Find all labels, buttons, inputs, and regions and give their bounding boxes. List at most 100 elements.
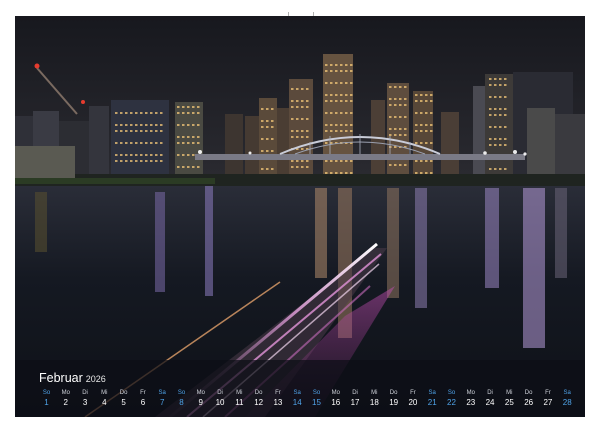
window-light <box>160 160 163 162</box>
window-light <box>130 130 133 132</box>
window-light <box>399 128 402 130</box>
day-number: 20 <box>408 398 418 407</box>
weekday-label: Do <box>389 390 398 396</box>
window-light <box>135 124 138 126</box>
weekday-label: Mi <box>236 390 243 396</box>
window-light <box>120 130 123 132</box>
window-light <box>125 142 128 144</box>
window-light <box>115 124 118 126</box>
window-light <box>145 154 148 156</box>
window-light <box>345 70 348 72</box>
window-light <box>306 136 309 138</box>
day-cell: So 8 <box>172 389 191 409</box>
window-light <box>115 142 118 144</box>
window-light <box>325 130 328 132</box>
window-light <box>266 108 269 110</box>
window-light <box>325 82 328 84</box>
window-light <box>271 150 274 152</box>
day-cell: Di 24 <box>481 389 500 409</box>
window-light <box>340 160 343 162</box>
day-number: 22 <box>447 398 456 407</box>
day-cell: Di 17 <box>346 389 365 409</box>
day-cell: Do 19 <box>384 389 403 409</box>
weekday-label: Fr <box>275 390 281 396</box>
window-light <box>120 112 123 114</box>
window-light <box>340 130 343 132</box>
window-light <box>494 114 497 116</box>
window-light <box>399 104 402 106</box>
window-light <box>261 120 264 122</box>
window-light <box>291 88 294 90</box>
window-light <box>504 168 507 170</box>
window-light <box>335 130 338 132</box>
window-light <box>306 100 309 102</box>
window-light <box>145 142 148 144</box>
day-cell: Fr 27 <box>538 389 557 409</box>
weekday-label: Di <box>217 390 223 396</box>
window-light <box>296 130 299 132</box>
window-light <box>197 112 200 114</box>
window-light <box>350 160 353 162</box>
window-light <box>330 160 333 162</box>
window-light <box>155 124 158 126</box>
day-number: 12 <box>254 398 264 407</box>
window-light <box>420 124 423 126</box>
window-light <box>404 104 407 106</box>
day-cell: Mi 25 <box>500 389 519 409</box>
window-light <box>155 160 158 162</box>
window-light <box>430 94 433 96</box>
window-light <box>325 112 328 114</box>
window-light <box>301 106 304 108</box>
window-light <box>182 124 185 126</box>
window-light <box>301 100 304 102</box>
window-light <box>135 112 138 114</box>
day-cell: Di 10 <box>211 389 230 409</box>
window-light <box>394 146 397 148</box>
window-light <box>335 64 338 66</box>
window-light <box>430 142 433 144</box>
window-light <box>415 124 418 126</box>
window-light <box>177 166 180 168</box>
window-light <box>140 112 143 114</box>
day-number: 16 <box>331 398 341 407</box>
window-light <box>415 172 418 174</box>
window-light <box>394 86 397 88</box>
window-light <box>335 94 338 96</box>
window-light <box>192 106 195 108</box>
window-light <box>399 98 402 100</box>
window-light <box>291 160 294 162</box>
window-light <box>394 128 397 130</box>
day-number: 1 <box>44 398 49 407</box>
window-light <box>160 124 163 126</box>
month-title: Februar 2026 <box>39 371 106 385</box>
window-light <box>389 128 392 130</box>
window-light <box>182 166 185 168</box>
window-light <box>182 154 185 156</box>
window-light <box>125 160 128 162</box>
window-light <box>330 70 333 72</box>
window-light <box>266 150 269 152</box>
window-light <box>115 154 118 156</box>
window-light <box>306 130 309 132</box>
weekday-label: Sa <box>293 390 301 396</box>
window-light <box>404 164 407 166</box>
window-light <box>120 124 123 126</box>
weekday-label: Fr <box>410 390 416 396</box>
window-light <box>404 134 407 136</box>
window-light <box>155 142 158 144</box>
window-light <box>494 168 497 170</box>
window-light <box>504 138 507 140</box>
window-light <box>350 70 353 72</box>
window-light <box>301 136 304 138</box>
window-light <box>160 142 163 144</box>
window-light <box>296 166 299 168</box>
day-number: 24 <box>485 398 495 407</box>
window-light <box>150 112 153 114</box>
window-light <box>504 78 507 80</box>
window-light <box>404 116 407 118</box>
window-light <box>115 112 118 114</box>
window-light <box>389 164 392 166</box>
day-number: 15 <box>312 398 321 407</box>
window-light <box>261 168 264 170</box>
window-light <box>335 70 338 72</box>
